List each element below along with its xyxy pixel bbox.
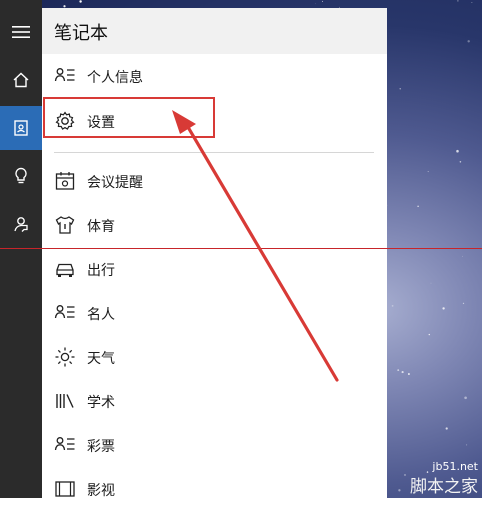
watermark: jb51.net 脚本之家: [388, 458, 482, 498]
watermark-text: 脚本之家: [410, 477, 478, 497]
annotation-arrow: [172, 110, 339, 382]
